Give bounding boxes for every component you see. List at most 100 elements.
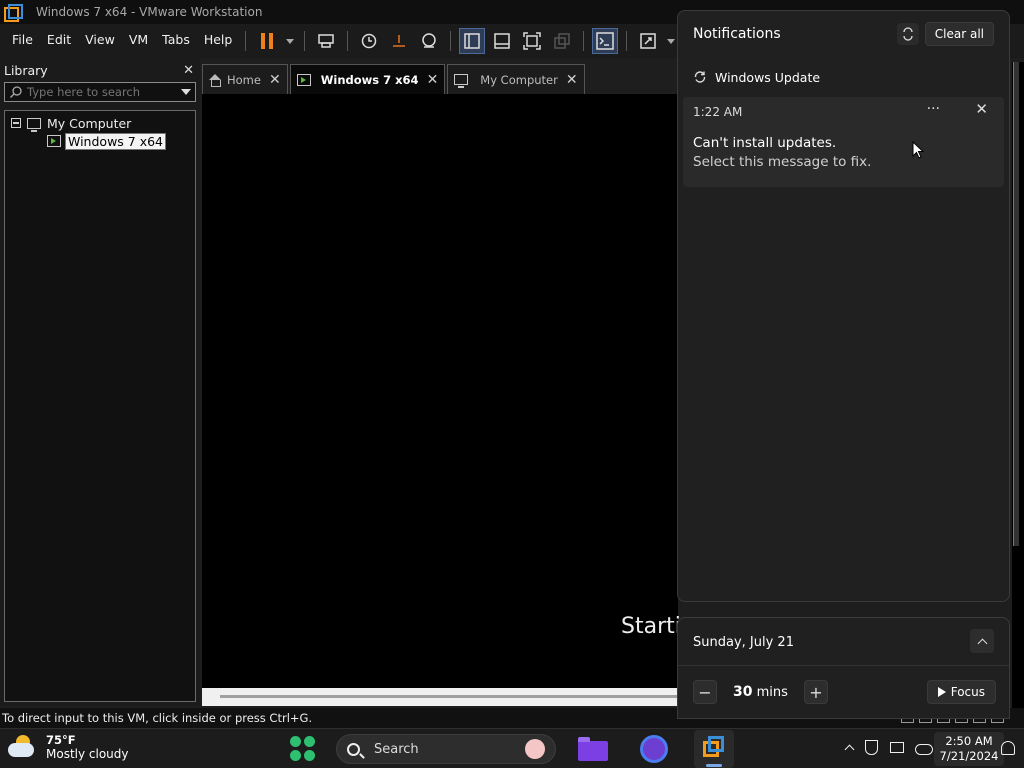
stretch-dropdown-icon[interactable] xyxy=(667,38,676,44)
temperature: 75°F xyxy=(46,733,76,747)
notification-bell-icon[interactable] xyxy=(1001,741,1015,755)
unity-button[interactable] xyxy=(549,28,575,54)
tab-my-computer[interactable]: My Computer ✕ xyxy=(447,64,585,94)
decrease-minutes-button[interactable]: − xyxy=(693,680,717,704)
play-icon xyxy=(937,687,946,697)
menu-view[interactable]: View xyxy=(78,24,122,58)
taskbar-search[interactable]: Search xyxy=(336,734,556,764)
revert-snapshot-button[interactable] xyxy=(386,28,412,54)
close-library-icon[interactable]: ✕ xyxy=(183,63,194,78)
search-dropdown-icon[interactable] xyxy=(181,89,191,95)
tree-item-label: Windows 7 x64 xyxy=(65,132,167,150)
close-tab-icon[interactable]: ✕ xyxy=(566,72,578,88)
menu-edit[interactable]: Edit xyxy=(40,24,78,58)
library-search[interactable] xyxy=(4,82,196,102)
collapse-icon[interactable] xyxy=(11,118,21,128)
vm-icon xyxy=(296,73,311,86)
show-library-button[interactable] xyxy=(459,28,486,54)
start-button[interactable] xyxy=(290,736,316,762)
focus-duration: 30 mins xyxy=(733,684,788,700)
monitor-icon xyxy=(454,74,469,88)
tab-label: Windows 7 x64 xyxy=(320,72,419,87)
firefox-icon[interactable] xyxy=(638,735,668,763)
search-highlight-icon xyxy=(525,739,545,759)
system-tray xyxy=(844,739,933,755)
tab-label: Home xyxy=(227,72,261,87)
library-panel: Library ✕ My Computer Windows 7 x64 xyxy=(0,58,200,706)
toolbar-separator xyxy=(304,31,306,51)
clock-time: 2:50 AM xyxy=(945,734,993,748)
notification-group-header[interactable]: Windows Update xyxy=(678,57,1009,97)
start-focus-button[interactable]: Focus xyxy=(926,680,996,704)
vm-console[interactable]: Starti xyxy=(202,94,681,688)
snapshot-button[interactable] xyxy=(356,28,382,54)
dismiss-icon[interactable]: ✕ xyxy=(975,100,988,118)
suspend-button[interactable] xyxy=(254,28,280,54)
show-thumbnail-bar-button[interactable] xyxy=(489,28,515,54)
vmware-taskbar-icon[interactable] xyxy=(694,730,734,768)
power-dropdown-icon[interactable] xyxy=(286,38,295,44)
vertical-scrollbar-thumb[interactable] xyxy=(1013,62,1019,546)
focus-minutes-value: 30 xyxy=(733,684,753,700)
notification-card[interactable]: 1:22 AM ··· ✕ Can't install updates. Sel… xyxy=(683,97,1004,187)
tree-item-my-computer[interactable]: My Computer xyxy=(11,114,195,132)
close-tab-icon[interactable]: ✕ xyxy=(269,72,281,88)
keyboard-icon xyxy=(318,34,335,48)
boot-text: Starti xyxy=(621,614,681,639)
collapse-calendar-button[interactable] xyxy=(970,629,994,653)
notification-title: Notifications xyxy=(693,26,781,42)
library-search-input[interactable] xyxy=(27,85,195,99)
tab-windows-7[interactable]: Windows 7 x64 ✕ xyxy=(289,64,446,94)
menu-help[interactable]: Help xyxy=(197,24,240,58)
status-message: To direct input to this VM, click inside… xyxy=(2,711,313,725)
notification-body: Select this message to fix. xyxy=(693,154,872,170)
tab-home[interactable]: Home ✕ xyxy=(202,64,288,94)
close-tab-icon[interactable]: ✕ xyxy=(427,72,439,88)
send-ctrl-alt-del-button[interactable] xyxy=(313,28,339,54)
file-explorer-icon[interactable] xyxy=(578,735,608,763)
clear-all-button[interactable]: Clear all xyxy=(924,22,994,46)
terminal-icon xyxy=(596,32,615,50)
tab-label: My Computer xyxy=(480,72,558,87)
onedrive-icon[interactable] xyxy=(915,739,933,755)
calendar-date: Sunday, July 21 xyxy=(693,635,794,650)
taskbar-clock[interactable]: 2:50 AM 7/21/2024 xyxy=(934,732,1004,766)
focus-minutes-unit: mins xyxy=(756,685,788,700)
weather-widget[interactable]: 75°F Mostly cloudy xyxy=(6,733,129,761)
weather-text: 75°F Mostly cloudy xyxy=(46,733,129,761)
sidebar-layout-icon xyxy=(464,33,481,49)
notification-headline: Can't install updates. xyxy=(693,135,837,151)
window-title: Windows 7 x64 - VMware Workstation xyxy=(36,5,263,19)
snooze-icon xyxy=(903,27,913,41)
stretch-guest-button[interactable] xyxy=(635,28,661,54)
menu-file[interactable]: File xyxy=(0,24,40,58)
security-icon[interactable] xyxy=(863,739,879,755)
notification-app-name: Windows Update xyxy=(715,69,821,85)
show-hidden-icons-icon[interactable] xyxy=(844,744,855,754)
focus-button-label: Focus xyxy=(950,685,985,699)
increase-minutes-button[interactable]: + xyxy=(803,680,828,704)
notification-header: Notifications Clear all xyxy=(678,11,1009,57)
toolbar-separator xyxy=(450,31,452,51)
calendar-focus-panel: Sunday, July 21 − 30 mins + Focus xyxy=(677,617,1010,719)
tree-item-windows-7[interactable]: Windows 7 x64 xyxy=(11,132,195,150)
menu-vm[interactable]: VM xyxy=(122,24,155,58)
console-view-button[interactable] xyxy=(592,28,619,54)
scrollbar-thumb[interactable] xyxy=(220,695,678,698)
horizontal-scrollbar[interactable] xyxy=(202,688,678,706)
search-icon xyxy=(5,85,27,99)
partly-cloudy-icon xyxy=(6,733,38,761)
more-options-icon[interactable]: ··· xyxy=(927,101,940,117)
menu-tabs[interactable]: Tabs xyxy=(155,24,197,58)
home-icon xyxy=(209,73,221,87)
snapshot-manager-button[interactable] xyxy=(416,28,442,54)
search-icon xyxy=(347,742,360,756)
revert-icon xyxy=(393,35,406,47)
full-screen-button[interactable] xyxy=(519,28,545,54)
divider xyxy=(678,665,1009,666)
network-icon[interactable] xyxy=(889,739,905,755)
do-not-disturb-button[interactable] xyxy=(896,23,919,45)
pause-icon xyxy=(261,33,274,49)
stretch-icon xyxy=(640,33,657,49)
focus-session-row: − 30 mins + Focus xyxy=(693,680,996,704)
